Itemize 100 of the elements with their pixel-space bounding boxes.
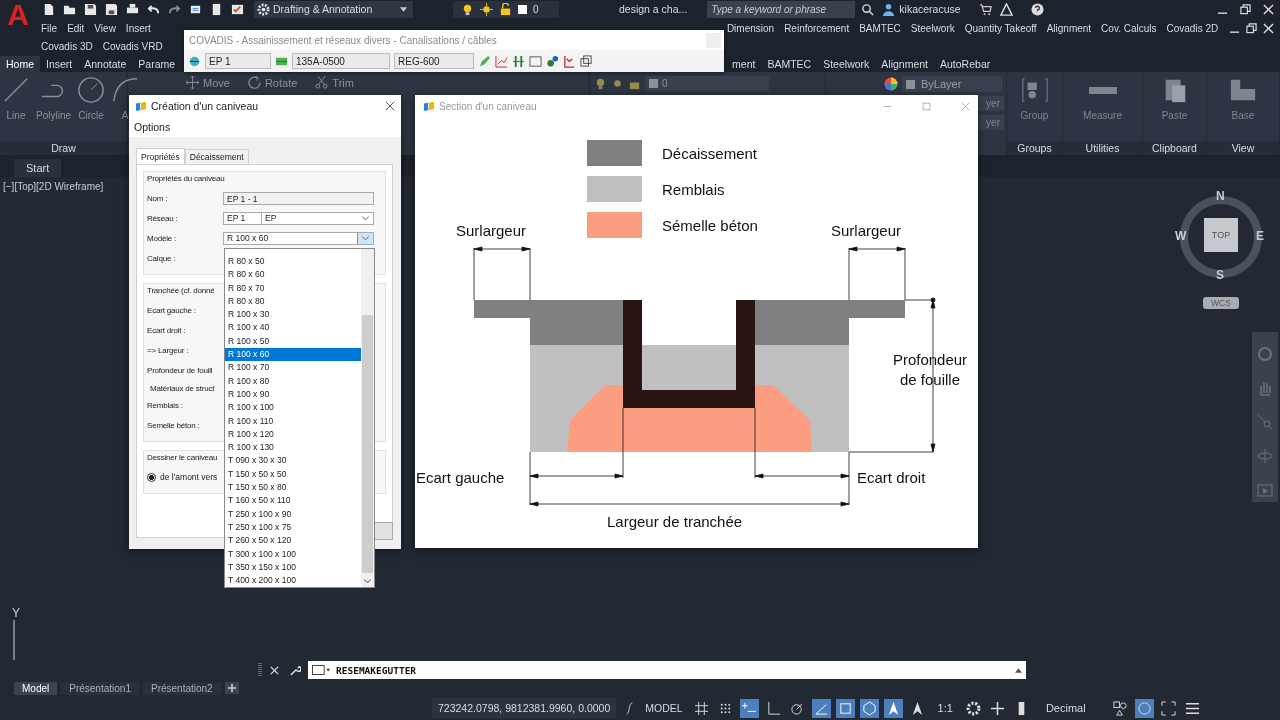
menu-item[interactable]: Covadis 2D [1161,22,1224,34]
document-title: design a cha... [619,3,688,15]
field-label: Modèle : [147,233,178,243]
dropdown-option[interactable]: T 150 x 50 x 80 [225,481,361,495]
pipe-dropdown[interactable]: 135A-0500 [292,53,390,69]
radio-label: de l'amont vers [160,472,218,482]
compass-label[interactable]: W [1175,229,1187,243]
network-dropdown[interactable]: EP 1 [205,53,271,69]
dropdown-option[interactable]: R 100 x 80 [225,374,361,388]
annotation-scale[interactable]: 1:1 [937,702,953,714]
file-tab[interactable]: Start [14,159,62,177]
dropdown-option[interactable]: R 80 x 80 [225,294,361,309]
viewcube-face[interactable]: TOP [1204,218,1238,252]
compass-label[interactable]: E [1256,229,1264,243]
manhole-dropdown[interactable]: REG-600 [394,53,474,69]
dropdown-option[interactable]: R 100 x 110 [225,414,361,428]
legend-label: Décaissement [662,145,758,162]
ribbon-tab[interactable]: BAMTEC [761,56,818,72]
menu-item[interactable]: Options [134,121,171,133]
units-dropdown[interactable]: Decimal [1045,702,1086,714]
dropdown-option[interactable]: R 80 x 60 [225,268,361,282]
color-dropdown[interactable]: ByLayer [902,76,1002,92]
menu-item[interactable]: Steelwork [905,22,960,34]
search-field[interactable]: Type a keyword or phrase [707,0,856,18]
network-dropdown[interactable]: EP 1 EP [223,211,374,225]
modify-tool-button[interactable]: Move [186,76,230,89]
draw-tool-button[interactable]: A [109,76,142,121]
dropdown-option[interactable]: T 250 x 100 x 90 [225,507,361,521]
dropdown-option[interactable]: R 80 x 50 [225,255,361,269]
dialog-tab[interactable]: Décaissement [184,149,249,164]
dropdown-option[interactable]: T 160 x 50 x 110 [225,494,361,508]
ucs-axis-label: Y [12,606,20,620]
ribbon-tab[interactable]: ment [726,56,762,72]
dropdown-option[interactable]: R 100 x 70 [225,361,361,375]
menu-item[interactable]: Cov. Calculs [1096,22,1162,34]
panel-title[interactable]: Utilities [1063,141,1142,155]
compass-label[interactable]: S [1216,268,1224,282]
ribbon-tab[interactable]: Insert [40,56,79,72]
dialog-tab[interactable]: Propriétés [136,148,185,164]
dropdown-option[interactable]: T 300 x 100 x 100 [225,547,361,561]
ribbon-tab[interactable]: Home [0,56,40,72]
network-name: EP [264,211,278,225]
network-code: EP 1 [224,211,262,225]
field-label: Calque : [147,253,177,263]
draw-tool-button[interactable]: Polyline [34,76,74,121]
dropdown-option[interactable]: R 100 x 120 [225,427,361,442]
layout-tab[interactable]: Model [14,681,58,695]
menu-item[interactable]: View [89,22,121,34]
ribbon-tab[interactable]: Steelwork [817,56,876,72]
dropdown-option[interactable]: T 350 x 150 x 100 [225,560,361,575]
model-space-toggle[interactable]: MODEL [645,702,683,714]
dropdown-option[interactable]: R 100 x 60 [225,348,361,362]
panel-title[interactable]: Clipboard [1143,141,1206,155]
dropdown-option[interactable]: R 100 x 130 [225,441,361,455]
workspace-dropdown[interactable]: Drafting & Annotation [254,0,413,18]
menu-item[interactable]: BAMTEC [854,22,906,34]
panel-title[interactable]: Groups [1007,141,1062,155]
draw-tool-button[interactable]: Circle [75,76,108,121]
user-name[interactable]: kikaceracuse [899,3,961,15]
layout-tab[interactable]: Présentation1 [61,681,139,695]
dimension-label: Profondeur de fouille [892,351,968,388]
command-line-field[interactable]: RESEMAKEGUTTER [308,661,1026,679]
group-title: Matériaux de struct [150,384,215,393]
panel-title[interactable]: View [1207,141,1279,155]
name-field[interactable]: EP 1 - 1 [223,191,374,205]
draw-tool-button[interactable]: Line [0,76,32,121]
menu-item[interactable]: Reinforcement [779,22,855,34]
dropdown-option[interactable]: R 100 x 50 [225,334,361,349]
layout-tab[interactable]: Présentation2 [142,681,221,695]
field-label: Nom : [147,193,169,203]
panel-title[interactable]: Draw [0,141,127,155]
model-dropdown[interactable]: R 100 x 60 [223,231,374,245]
ucs-dropdown[interactable]: WCS [1203,297,1239,309]
menu-item[interactable]: Edit [62,22,90,34]
menu-item[interactable]: Dimension [721,22,780,34]
dropdown-option[interactable]: R 100 x 100 [225,401,361,415]
menu-item[interactable]: Insert [120,22,156,34]
dropdown-option[interactable]: T 250 x 100 x 75 [225,520,361,535]
ribbon-tab[interactable]: Annotate [78,56,133,72]
ribbon-tab[interactable]: Parame [132,56,182,72]
layer-name[interactable]: 0 [533,3,539,15]
ribbon-tab[interactable]: AutoRebar [934,56,997,72]
dropdown-option[interactable]: T 400 x 200 x 100 [225,574,361,588]
dropdown-option[interactable]: T 260 x 50 x 120 [225,534,361,548]
dropdown-option[interactable]: R 100 x 90 [225,387,361,402]
menu-item[interactable]: Covadis 3D [36,40,98,52]
dropdown-option[interactable]: R 100 x 30 [225,308,361,322]
compass-label[interactable]: N [1216,189,1225,203]
modify-tool-button[interactable]: Rotate [247,76,298,89]
modify-tool-button[interactable]: Trim [315,76,354,89]
dropdown-option[interactable]: R 100 x 40 [225,321,361,335]
dropdown-option[interactable]: R 80 x 70 [225,281,361,295]
dropdown-option[interactable]: T 090 x 30 x 30 [225,454,361,468]
ribbon-tab[interactable]: Alignment [875,56,934,72]
menu-item[interactable]: File [36,22,63,34]
menu-item[interactable]: Covadis VRD [97,40,168,52]
toolbar-title: COVADIS - Assainissement et réseaux divers - Canalisations / câbles [189,34,498,46]
dropdown-option[interactable]: T 150 x 50 x 50 [225,467,361,482]
menu-item[interactable]: Alignment [1041,22,1097,34]
menu-item[interactable]: Quantity Takeoff [959,22,1042,34]
